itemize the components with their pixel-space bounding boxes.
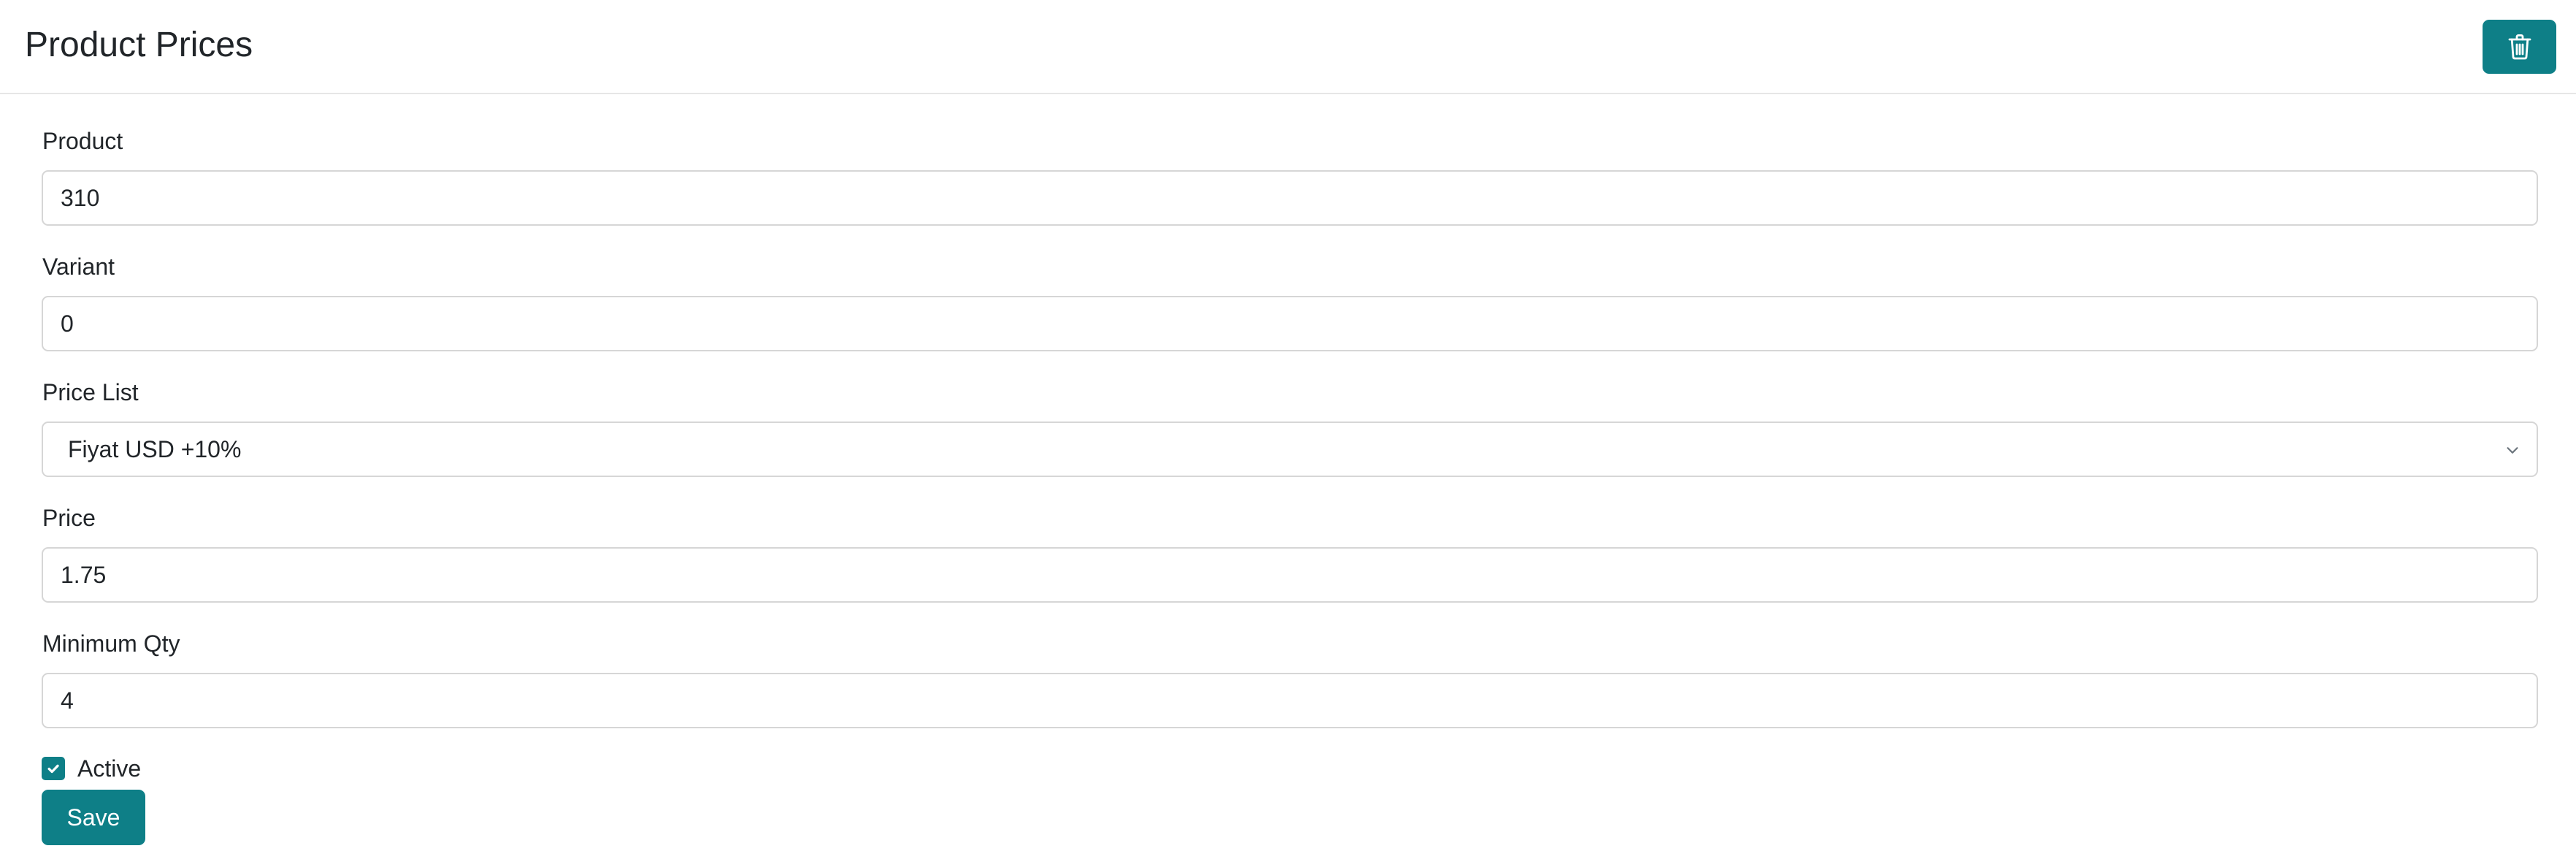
chevron-down-icon — [2507, 447, 2518, 454]
delete-button[interactable] — [2483, 20, 2556, 74]
variant-input[interactable] — [42, 296, 2538, 351]
checkmark-icon — [47, 764, 59, 774]
price-list-select[interactable]: Fiyat USD +10% — [42, 422, 2538, 477]
product-input[interactable] — [42, 170, 2538, 226]
minimum-qty-label: Minimum Qty — [42, 630, 180, 657]
price-input[interactable] — [42, 547, 2538, 603]
page-header: Product Prices — [0, 0, 2576, 94]
price-label: Price — [42, 505, 96, 531]
variant-label: Variant — [42, 253, 115, 280]
price-list-selected-value: Fiyat USD +10% — [68, 436, 242, 462]
product-label: Product — [42, 128, 123, 154]
save-button[interactable]: Save — [42, 790, 145, 845]
price-list-label: Price List — [42, 379, 139, 405]
active-label: Active — [77, 755, 142, 782]
page-title: Product Prices — [25, 26, 253, 64]
trash-icon — [2508, 34, 2531, 60]
active-checkbox[interactable] — [42, 757, 65, 780]
minimum-qty-input[interactable] — [42, 673, 2538, 728]
